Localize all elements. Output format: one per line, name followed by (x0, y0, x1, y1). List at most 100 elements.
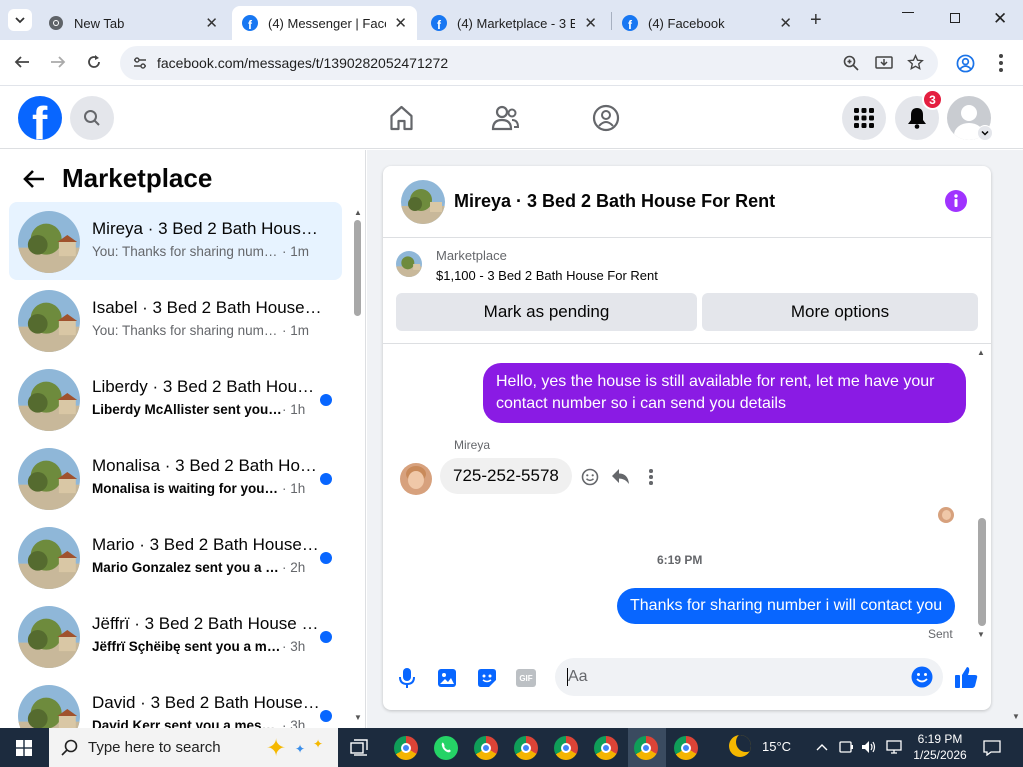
battery-icon[interactable] (839, 740, 855, 754)
listing-thumbnail[interactable] (396, 251, 422, 277)
account-chevron-icon[interactable] (977, 125, 993, 141)
search-button[interactable] (70, 96, 114, 140)
volume-icon[interactable] (861, 740, 877, 754)
weather-moon-icon[interactable] (729, 735, 751, 757)
bookmark-star-icon[interactable] (907, 54, 924, 71)
chrome-profile-icon[interactable] (554, 736, 578, 760)
photo-icon[interactable] (437, 668, 457, 688)
conversation-preview: David Kerr sent you a message · 3h (92, 718, 312, 728)
conversation-item[interactable]: Monalisa · 3 Bed 2 Bath House For Rent Mo… (9, 439, 342, 517)
url-field[interactable]: facebook.com/messages/t/1390282052471272 (120, 46, 938, 80)
listing-title[interactable]: $1,100 - 3 Bed 2 Bath House For Rent (436, 268, 658, 283)
listing-source: Marketplace (436, 248, 507, 263)
close-icon[interactable]: ✕ (205, 14, 218, 32)
chrome-taskbar-icon[interactable] (394, 736, 418, 760)
tab-messenger[interactable]: f (4) Messenger | Facebook ✕ (232, 6, 417, 40)
chat-scrollbar[interactable]: ▲ ▼ (976, 348, 987, 644)
restore-button[interactable] (950, 13, 960, 23)
more-options-button[interactable]: More options (702, 293, 978, 331)
reload-icon[interactable] (85, 53, 103, 76)
conversation-avatar (18, 527, 80, 589)
clock-date: 1/25/2026 (913, 748, 967, 762)
friends-icon[interactable] (490, 104, 520, 132)
conversation-preview: Mario Gonzalez sent you a message· 2h (92, 560, 312, 575)
unread-dot (320, 710, 332, 722)
conversation-time: · 1m (282, 244, 309, 259)
zoom-icon[interactable] (843, 55, 859, 71)
notification-badge: 3 (922, 89, 943, 110)
taskbar-clock[interactable]: 6:19 PM 1/25/2026 (910, 731, 970, 763)
new-tab-button[interactable]: + (810, 9, 822, 32)
conversation-preview-text: You: Thanks for sharing number i will co… (92, 323, 282, 338)
react-icon[interactable] (581, 468, 599, 486)
chrome-profile-icon[interactable] (674, 736, 698, 760)
profile-icon[interactable] (956, 54, 975, 73)
close-icon[interactable]: ✕ (584, 14, 597, 32)
taskbar-search-box[interactable]: Type here to search ✦ ✦ ✦ (49, 728, 338, 767)
conversation-item[interactable]: Isabel · 3 Bed 2 Bath House For Rent You:… (9, 281, 342, 359)
chrome-profile-icon[interactable] (634, 736, 658, 760)
windows-start-icon[interactable] (16, 740, 32, 756)
sender-avatar[interactable] (400, 463, 432, 495)
back-arrow-icon[interactable] (22, 168, 46, 190)
home-icon[interactable] (387, 104, 416, 132)
incoming-message[interactable]: 725-252-5578 (440, 458, 572, 494)
chat-title[interactable]: Mireya · 3 Bed 2 Bath House For Rent (454, 191, 775, 212)
conversation-item[interactable]: Mireya · 3 Bed 2 Bath House For Rent You:… (9, 202, 342, 280)
back-arrow-icon[interactable] (13, 53, 31, 76)
mark-as-pending-button[interactable]: Mark as pending (396, 293, 697, 331)
conversation-avatar (18, 369, 80, 431)
tray-chevron-up-icon[interactable] (816, 743, 828, 751)
chat-avatar[interactable] (401, 180, 445, 224)
browser-menu-icon[interactable] (999, 54, 1003, 72)
page-scroll-arrow[interactable]: ▼ (1012, 712, 1020, 721)
tab-facebook[interactable]: f (4) Facebook ✕ (612, 6, 802, 40)
conversation-preview: You: Thanks for sharing number i will co… (92, 244, 312, 259)
groups-icon[interactable] (592, 104, 620, 132)
gif-button[interactable]: GIF (516, 669, 536, 687)
notification-center-icon[interactable] (983, 740, 1001, 756)
minimize-button[interactable] (902, 12, 914, 13)
facebook-logo[interactable]: f (18, 96, 62, 140)
message-input[interactable]: Aa (555, 658, 943, 696)
sticker-icon[interactable] (477, 668, 497, 688)
conversation-preview: Monalisa is waiting for your response· 1… (92, 481, 312, 496)
unread-dot (320, 473, 332, 485)
weather-temperature[interactable]: 15°C (762, 739, 791, 754)
close-icon[interactable]: ✕ (779, 14, 792, 32)
outgoing-message[interactable]: Hello, yes the house is still available … (483, 363, 966, 423)
chrome-profile-icon[interactable] (514, 736, 538, 760)
sidebar-scrollbar[interactable]: ▲ ▼ (352, 208, 362, 723)
conversation-item[interactable]: Mario · 3 Bed 2 Bath House For Rent Mario… (9, 518, 342, 596)
conversation-item[interactable]: Liberdy · 3 Bed 2 Bath House For Rent Lib… (9, 360, 342, 438)
like-thumb-icon[interactable] (954, 665, 979, 690)
chrome-profile-icon[interactable] (594, 736, 618, 760)
conversation-time: · 1h (282, 481, 306, 496)
outgoing-message[interactable]: Thanks for sharing number i will contact… (617, 588, 956, 624)
tab-search-button[interactable] (8, 9, 32, 31)
conversation-preview-text: You: Thanks for sharing number i will co… (92, 244, 282, 259)
conversation-item[interactable]: David · 3 Bed 2 Bath House For Rent David… (9, 676, 342, 728)
chrome-profile-icon[interactable] (474, 736, 498, 760)
emoji-icon[interactable] (911, 666, 933, 688)
conversation-preview: You: Thanks for sharing number i will co… (92, 323, 312, 338)
forward-arrow-icon[interactable] (49, 53, 67, 76)
more-actions-icon[interactable] (649, 469, 653, 485)
unread-dot (320, 552, 332, 564)
microphone-icon[interactable] (398, 667, 416, 689)
whatsapp-icon[interactable] (434, 736, 458, 760)
install-app-icon[interactable] (875, 55, 893, 71)
task-view-icon[interactable] (350, 739, 370, 757)
reply-icon[interactable] (611, 468, 630, 485)
close-window-button[interactable]: ✕ (993, 9, 1007, 29)
conversation-avatar (18, 448, 80, 510)
menu-button[interactable] (842, 96, 886, 140)
tab-marketplace[interactable]: f (4) Marketplace - 3 Bed ✕ (421, 6, 607, 40)
site-info-icon[interactable] (132, 56, 148, 70)
close-icon[interactable]: ✕ (394, 14, 407, 32)
conversation-avatar (18, 685, 80, 728)
network-icon[interactable] (886, 740, 902, 754)
tab-new-tab[interactable]: New Tab ✕ (38, 6, 228, 40)
conversation-item[interactable]: Jëffrï · 3 Bed 2 Bath House For Rent Jëff… (9, 597, 342, 675)
info-icon[interactable] (945, 190, 967, 212)
